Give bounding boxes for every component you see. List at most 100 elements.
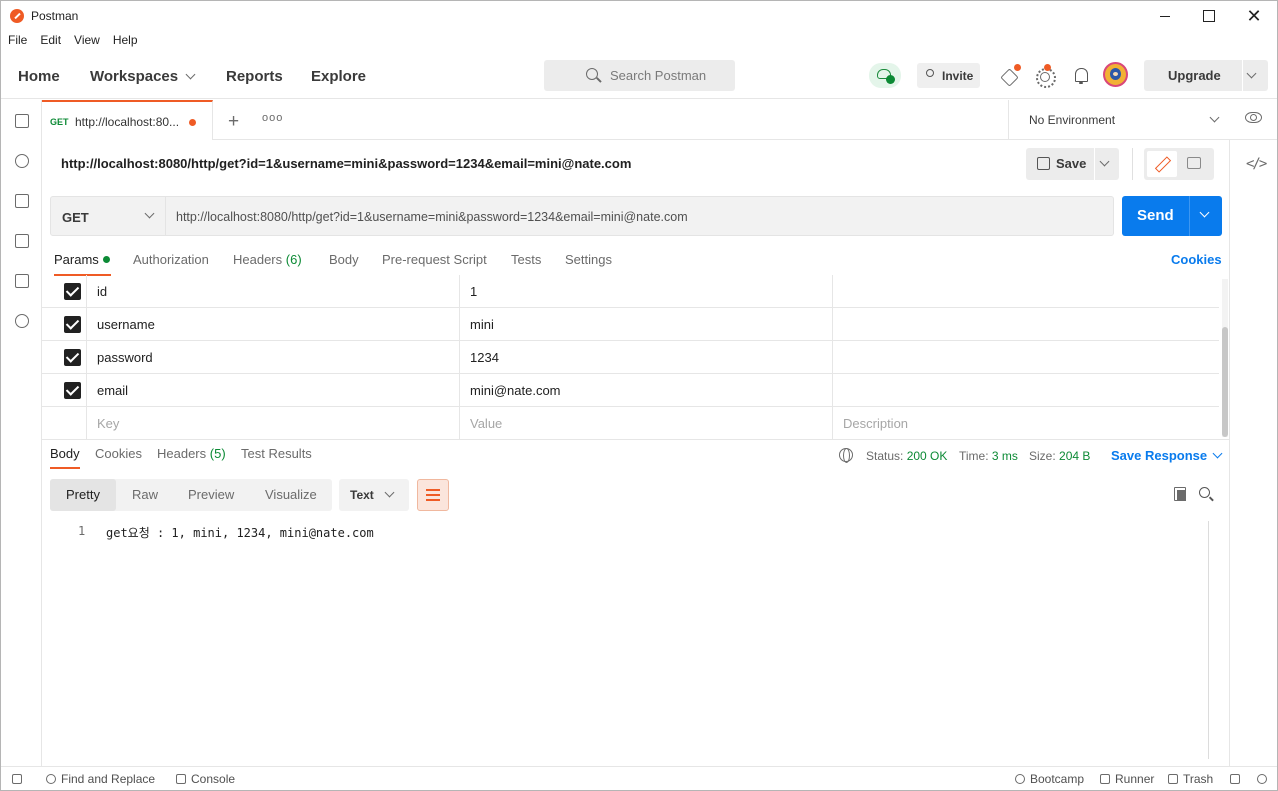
upgrade-label: Upgrade	[1168, 68, 1221, 83]
collections-icon[interactable]	[14, 113, 29, 128]
response-scrollbar[interactable]	[1208, 521, 1209, 759]
param-checkbox[interactable]	[64, 349, 81, 366]
two-pane-icon[interactable]	[1230, 772, 1245, 786]
cookies-link[interactable]: Cookies	[1171, 252, 1222, 267]
param-description-input[interactable]: Description	[832, 407, 1219, 439]
param-checkbox[interactable]	[64, 283, 81, 300]
code-snippet-icon[interactable]: </>	[1246, 156, 1267, 172]
mock-servers-icon[interactable]	[14, 233, 29, 248]
help-icon[interactable]	[1257, 772, 1272, 786]
request-title[interactable]: http://localhost:8080/http/get?id=1&user…	[61, 156, 631, 171]
param-key[interactable]: id	[86, 275, 460, 308]
upgrade-divider	[1242, 60, 1243, 91]
tab-params[interactable]: Params	[54, 252, 110, 267]
resp-tab-test-results[interactable]: Test Results	[241, 446, 312, 461]
tab-settings[interactable]: Settings	[565, 252, 612, 267]
value-placeholder: Value	[470, 416, 503, 431]
bootcamp-button[interactable]: Bootcamp	[1015, 772, 1084, 786]
resp-tab-headers[interactable]: Headers (5)	[157, 446, 226, 461]
url-input[interactable]: http://localhost:8080/http/get?id=1&user…	[166, 196, 1114, 236]
resp-tab-cookies[interactable]: Cookies	[95, 446, 142, 461]
param-checkbox[interactable]	[64, 382, 81, 399]
user-avatar[interactable]	[1103, 62, 1128, 87]
send-button[interactable]: Send	[1122, 196, 1222, 236]
invite-button[interactable]: Invite	[917, 63, 980, 88]
param-value[interactable]: 1	[459, 275, 833, 308]
menu-view[interactable]: View	[67, 31, 106, 53]
tab-body[interactable]: Body	[329, 252, 359, 267]
format-raw-label: Raw	[132, 487, 159, 502]
upgrade-button[interactable]: Upgrade	[1144, 60, 1268, 91]
trash-icon	[1168, 774, 1178, 784]
params-scrollbar[interactable]	[1222, 279, 1228, 437]
size-info[interactable]: Size: 204 B	[1029, 449, 1090, 463]
console-button[interactable]: Console	[176, 772, 235, 786]
format-pretty[interactable]: Pretty	[50, 479, 116, 511]
nav-reports[interactable]: Reports	[226, 68, 283, 85]
environment-quick-look-eye-icon[interactable]	[1245, 112, 1262, 123]
request-tab[interactable]: GET http://localhost:80...	[42, 100, 213, 140]
chevron-down-icon[interactable]	[1246, 68, 1257, 79]
close-icon[interactable]: ✕	[1231, 1, 1277, 31]
menu-file[interactable]: File	[1, 31, 33, 53]
param-value[interactable]: mini	[459, 308, 833, 341]
copy-icon[interactable]	[1174, 487, 1186, 501]
search-icon[interactable]	[1199, 487, 1210, 498]
chevron-down-icon[interactable]	[1099, 156, 1110, 167]
save-button[interactable]: Save	[1026, 148, 1119, 180]
new-tab-plus-icon[interactable]: +	[228, 111, 239, 133]
format-visualize[interactable]: Visualize	[250, 479, 332, 511]
apis-icon[interactable]	[14, 153, 29, 168]
param-value-input[interactable]: Value	[459, 407, 833, 439]
chevron-down-icon[interactable]	[1199, 207, 1210, 218]
nav-home[interactable]: Home	[18, 68, 60, 85]
time-info[interactable]: Time: 3 ms	[959, 449, 1018, 463]
param-key[interactable]: email	[86, 374, 460, 407]
tab-authorization[interactable]: Authorization	[133, 252, 209, 267]
wrap-lines-icon[interactable]	[417, 479, 449, 511]
param-key-input[interactable]: Key	[86, 407, 460, 439]
resp-tab-body[interactable]: Body	[50, 446, 80, 461]
param-description[interactable]	[832, 275, 1219, 308]
param-value[interactable]: 1234	[459, 341, 833, 374]
nav-workspaces[interactable]: Workspaces	[90, 68, 196, 85]
param-description[interactable]	[832, 374, 1219, 407]
menu-edit[interactable]: Edit	[33, 31, 67, 53]
language-select[interactable]: Text	[339, 479, 409, 511]
notification-bell-icon[interactable]	[1072, 67, 1090, 85]
trash-button[interactable]: Trash	[1168, 772, 1213, 786]
tab-tests[interactable]: Tests	[511, 252, 541, 267]
param-description[interactable]	[832, 308, 1219, 341]
tab-headers[interactable]: Headers (6)	[233, 252, 302, 267]
find-replace-button[interactable]: Find and Replace	[46, 772, 155, 786]
comments-icon[interactable]	[1187, 157, 1201, 169]
runner-button[interactable]: Runner	[1100, 772, 1154, 786]
monitors-icon[interactable]	[14, 273, 29, 288]
param-description[interactable]	[832, 341, 1219, 374]
environment-selector[interactable]: No Environment	[1008, 100, 1239, 140]
save-response-button[interactable]: Save Response	[1111, 448, 1223, 463]
maximize-icon[interactable]	[1186, 1, 1232, 31]
pane-divider[interactable]	[42, 439, 1229, 440]
param-checkbox[interactable]	[64, 316, 81, 333]
format-raw[interactable]: Raw	[116, 479, 172, 511]
sync-status-button[interactable]	[869, 63, 901, 88]
method-select[interactable]: GET	[50, 196, 166, 236]
param-key[interactable]: username	[86, 308, 460, 341]
globe-icon[interactable]	[839, 448, 853, 463]
search-input[interactable]: Search Postman	[544, 60, 735, 91]
toggle-sidebar-icon[interactable]	[12, 772, 27, 786]
more-tabs-icon[interactable]: ooo	[262, 112, 283, 124]
scrollbar-thumb[interactable]	[1222, 327, 1228, 437]
menu-help[interactable]: Help	[106, 31, 144, 53]
minimize-icon[interactable]	[1142, 1, 1188, 31]
tab-pre-request-script[interactable]: Pre-request Script	[382, 252, 487, 267]
param-value[interactable]: mini@nate.com	[459, 374, 833, 407]
format-preview[interactable]: Preview	[172, 479, 250, 511]
response-body-editor[interactable]: 1 get요청 : 1, mini, 1234, mini@nate.com	[42, 519, 1208, 759]
environments-icon[interactable]	[14, 193, 29, 208]
param-key[interactable]: password	[86, 341, 460, 374]
history-icon[interactable]	[14, 313, 29, 328]
nav-explore[interactable]: Explore	[311, 68, 366, 85]
edit-pencil-icon[interactable]	[1147, 151, 1177, 177]
